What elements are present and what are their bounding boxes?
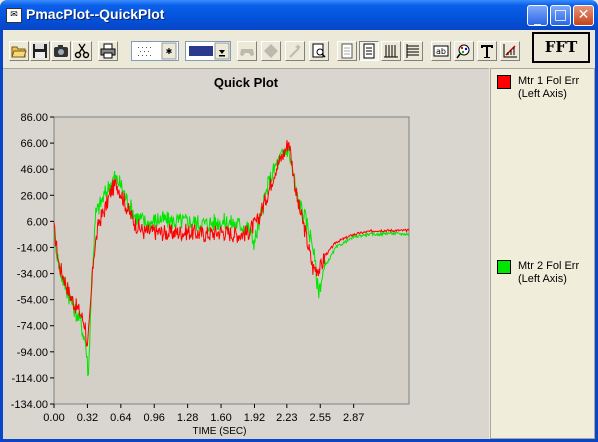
cut-button[interactable] — [72, 41, 92, 61]
camera-icon — [54, 45, 68, 57]
text-icon: ab — [433, 45, 449, 57]
wand-button[interactable] — [285, 41, 305, 61]
close-button[interactable]: ✕ — [573, 5, 594, 26]
y-tick-label: -14.00 — [17, 242, 48, 254]
y-tick-label: -34.00 — [17, 269, 48, 281]
plot-panel: Quick Plot 86.00 66.00 46.00 26.00 6.00 -14.0… — [3, 68, 489, 439]
y-tick-label: -114.00 — [12, 373, 49, 385]
legend-axis-name: (Left Axis) — [518, 273, 567, 285]
vertical-grid-button[interactable] — [381, 41, 401, 61]
axis-settings-button[interactable] — [500, 41, 520, 61]
wand-icon — [289, 44, 301, 58]
chart-area[interactable]: 86.00 66.00 46.00 26.00 6.00 -14.00 -34.00 -54.… — [3, 69, 489, 440]
horizontal-grid-button[interactable] — [403, 41, 423, 61]
title-bar[interactable]: ✉ PmacPlot--QuickPlot _ □ ✕ — [0, 0, 598, 30]
x-tick-label: 0.32 — [77, 412, 98, 424]
x-tick-label: 1.92 — [244, 412, 265, 424]
maximize-button[interactable]: □ — [550, 5, 571, 26]
page-list-icon — [363, 43, 375, 59]
x-tick-label: 0.64 — [110, 412, 131, 424]
y-tick-label: -134.00 — [11, 399, 48, 411]
color-picker-button[interactable] — [454, 41, 474, 61]
vertical-grid-icon — [384, 45, 398, 58]
legend-series-name: Mtr 1 Fol Err — [518, 75, 580, 87]
cut-icon — [74, 43, 90, 59]
open-button[interactable] — [9, 41, 29, 61]
svg-text:✱: ✱ — [166, 47, 173, 56]
print-button[interactable] — [98, 41, 118, 61]
horizontal-grid-icon — [406, 44, 419, 58]
y-tick-label: 6.00 — [27, 216, 48, 228]
point-style-dropdown[interactable]: ✱ — [131, 41, 179, 61]
legend-label-mtr1: Mtr 1 Fol Err (Left Axis) — [518, 75, 579, 101]
x-tick-label: 2.55 — [310, 412, 331, 424]
window-title: PmacPlot--QuickPlot — [26, 6, 165, 22]
color-swatch-icon — [189, 42, 230, 60]
text-button[interactable]: ab — [431, 41, 451, 61]
toolbar: ✱ ab — [3, 30, 595, 68]
legend-swatch-mtr2 — [497, 260, 511, 274]
x-tick-label: 0.96 — [144, 412, 165, 424]
x-tick-label: 0.00 — [43, 412, 64, 424]
svg-text:ab: ab — [436, 47, 446, 56]
save-icon — [33, 44, 47, 58]
plot-area — [53, 116, 410, 405]
diamond-button[interactable] — [261, 41, 281, 61]
page-icon — [341, 43, 353, 59]
y-tick-label: 26.00 — [20, 190, 48, 202]
page-list-button[interactable] — [359, 41, 379, 61]
zoom-page-icon — [312, 43, 326, 58]
main-window: ✉ PmacPlot--QuickPlot _ □ ✕ ✱ ab FFT Qui… — [0, 0, 598, 442]
print-icon — [100, 43, 116, 59]
gamepad-button[interactable] — [237, 41, 257, 61]
legend-axis-name: (Left Axis) — [518, 88, 567, 100]
axis-settings-icon — [503, 44, 517, 58]
color-picker-icon — [456, 44, 470, 59]
y-tick-label: 46.00 — [20, 164, 48, 176]
x-tick-label: 2.23 — [276, 412, 297, 424]
minimize-icon: _ — [534, 10, 541, 26]
legend-panel: Mtr 1 Fol Err (Left Axis) Mtr 2 Fol Err … — [490, 68, 595, 439]
maximize-icon: □ — [553, 7, 568, 23]
x-axis-label: TIME (SEC) — [193, 426, 247, 437]
app-icon[interactable]: ✉ — [6, 8, 22, 23]
page-button[interactable] — [337, 41, 357, 61]
minimize-button[interactable]: _ — [527, 5, 548, 26]
fft-button[interactable]: FFT — [532, 32, 590, 63]
save-button[interactable] — [30, 41, 50, 61]
color-dropdown[interactable] — [185, 41, 231, 61]
x-tick-label: 1.28 — [177, 412, 198, 424]
font-button[interactable] — [477, 41, 497, 61]
gamepad-icon — [240, 49, 254, 56]
camera-button[interactable] — [51, 41, 71, 61]
y-tick-label: -94.00 — [17, 347, 48, 359]
close-icon: ✕ — [577, 7, 590, 23]
y-tick-label: -54.00 — [17, 295, 48, 307]
point-style-icon: ✱ — [138, 42, 177, 60]
legend-label-mtr2: Mtr 2 Fol Err (Left Axis) — [518, 260, 579, 286]
y-tick-label: 86.00 — [20, 112, 48, 124]
diamond-icon — [264, 44, 278, 58]
zoom-page-button[interactable] — [309, 41, 329, 61]
x-tick-label: 2.87 — [343, 412, 364, 424]
y-tick-label: 66.00 — [20, 138, 48, 150]
open-icon — [11, 46, 27, 58]
legend-swatch-mtr1 — [497, 75, 511, 89]
y-tick-label: -74.00 — [17, 321, 48, 333]
legend-series-name: Mtr 2 Fol Err — [518, 260, 580, 272]
x-tick-label: 1.60 — [210, 412, 231, 424]
font-icon — [481, 45, 493, 58]
